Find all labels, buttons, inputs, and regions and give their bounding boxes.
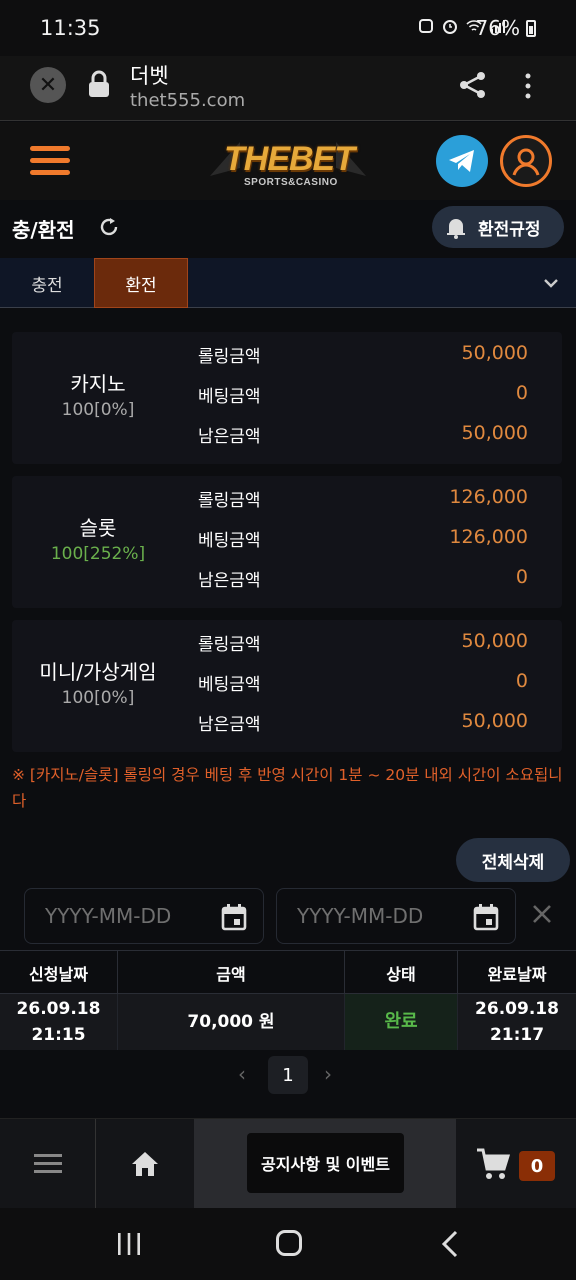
betting-amount-value: 0 <box>515 382 528 404</box>
telegram-icon <box>449 150 474 172</box>
home-icon <box>132 1152 158 1176</box>
rolling-amount-value: 126,000 <box>449 486 528 508</box>
chevron-down-icon[interactable] <box>542 274 560 292</box>
system-home-icon[interactable] <box>276 1230 302 1256</box>
withdraw-rules-label: 환전규정 <box>478 219 541 240</box>
bottom-nav: 공지사항 및 이벤트 0 <box>0 1118 576 1209</box>
complete-date: 26.09.18 <box>475 999 559 1019</box>
back-icon[interactable] <box>440 1230 460 1258</box>
header-request-date: 신청날짜 <box>0 951 118 995</box>
card-name: 슬롯 <box>79 516 117 540</box>
end-date-input[interactable] <box>297 901 457 931</box>
rolling-amount-value: 50,000 <box>461 342 528 364</box>
withdraw-rules-button[interactable]: 환전규정 <box>432 206 564 248</box>
rolling-amount-label: 롤링금액 <box>198 635 261 655</box>
notification-icon <box>419 19 433 33</box>
start-date-input[interactable] <box>45 901 205 931</box>
header-complete-date: 완료날짜 <box>487 965 547 984</box>
recent-apps-icon[interactable] <box>116 1232 142 1256</box>
remaining-amount-label: 남은금액 <box>198 715 261 735</box>
rolling-card-mini-game: 미니/가상게임 100[0%] 롤링금액 베팅금액 남은금액 50,000 0 … <box>12 620 562 752</box>
card-rate: 100[0%] <box>61 688 135 708</box>
menu-icon[interactable] <box>30 146 70 176</box>
site-logo[interactable]: THEBET SPORTS&CASINO <box>210 134 366 192</box>
card-rate: 100[252%] <box>50 544 146 564</box>
rolling-notice: ※ [카지노/슬롯] 롤링의 경우 베팅 후 반영 시간이 1분 ~ 20분 내… <box>12 766 563 810</box>
notice-event-button[interactable]: 공지사항 및 이벤트 <box>247 1133 404 1193</box>
tab-withdraw[interactable]: 환전 <box>94 258 188 308</box>
remaining-amount-value: 50,000 <box>461 710 528 732</box>
browser-bar: ✕ 더벳 thet555.com <box>0 56 576 121</box>
cart-icon[interactable] <box>476 1147 510 1181</box>
delete-all-button[interactable]: 전체삭제 <box>456 838 570 882</box>
betting-amount-label: 베팅금액 <box>198 387 261 407</box>
betting-amount-label: 베팅금액 <box>198 531 261 551</box>
battery-percent: 76% <box>475 16 520 40</box>
bell-icon <box>447 219 465 239</box>
remaining-amount-value: 50,000 <box>461 422 528 444</box>
tab-deposit[interactable]: 충전 <box>0 258 94 308</box>
table-row: 26.09.18 21:15 70,000 원 완료 26.09.18 21:1… <box>0 994 576 1050</box>
card-name: 미니/가상게임 <box>39 660 157 684</box>
header-amount: 금액 <box>118 951 345 995</box>
rolling-card-slot: 슬롯 100[252%] 롤링금액 베팅금액 남은금액 126,000 126,… <box>12 476 562 608</box>
remaining-amount-value: 0 <box>515 566 528 588</box>
battery-icon <box>526 20 536 37</box>
alarm-icon <box>443 20 457 34</box>
table-header: 신청날짜 금액 상태 완료날짜 <box>0 950 576 995</box>
calendar-icon[interactable] <box>473 903 499 931</box>
notice-area: 공지사항 및 이벤트 <box>194 1119 456 1209</box>
page-title: 충/환전 <box>12 218 75 242</box>
rolling-amount-label: 롤링금액 <box>198 347 261 367</box>
tab-bar: 충전 환전 <box>0 258 576 308</box>
pagination: ‹ 1 › <box>0 1056 576 1096</box>
logo-text: THEBET <box>224 140 355 178</box>
share-icon[interactable] <box>458 70 488 100</box>
next-page-button[interactable]: › <box>324 1062 332 1086</box>
cell-amount: 70,000 원 <box>118 994 345 1050</box>
user-account-button[interactable] <box>500 135 552 187</box>
rolling-amount-label: 롤링금액 <box>198 491 261 511</box>
clear-filter-icon[interactable] <box>530 902 554 926</box>
lock-icon[interactable] <box>88 70 110 98</box>
refresh-icon[interactable] <box>98 216 120 238</box>
rolling-amount-value: 50,000 <box>461 630 528 652</box>
card-name: 카지노 <box>70 372 126 396</box>
end-date-field[interactable] <box>276 888 516 944</box>
site-header: THEBET SPORTS&CASINO <box>0 122 576 200</box>
status-time: 11:35 <box>40 16 101 40</box>
header-status: 상태 <box>345 951 458 995</box>
calendar-icon[interactable] <box>221 903 247 931</box>
bottom-menu-button[interactable] <box>0 1119 96 1209</box>
user-icon <box>512 148 540 176</box>
close-tab-button[interactable]: ✕ <box>30 67 66 103</box>
cell-complete-date: 26.09.18 21:17 <box>458 994 576 1050</box>
cell-status: 완료 <box>345 994 458 1050</box>
browser-url[interactable]: thet555.com <box>130 90 245 111</box>
complete-time: 21:17 <box>489 1025 545 1045</box>
card-rate: 100[0%] <box>61 400 135 420</box>
cart-count-badge: 0 <box>519 1151 555 1181</box>
remaining-amount-label: 남은금액 <box>198 571 261 591</box>
telegram-button[interactable] <box>436 135 488 187</box>
menu-icon <box>33 1154 62 1173</box>
betting-amount-value: 0 <box>515 670 528 692</box>
remaining-amount-label: 남은금액 <box>198 427 261 447</box>
page-title-row: 충/환전 환전규정 <box>0 200 576 256</box>
status-bar: 11:35 76% <box>0 0 576 56</box>
system-nav-bar <box>0 1208 576 1280</box>
cell-request-date: 26.09.18 21:15 <box>0 994 118 1050</box>
more-options-icon[interactable] <box>518 70 538 102</box>
request-time: 21:15 <box>31 1025 86 1045</box>
home-button[interactable] <box>96 1119 194 1209</box>
betting-amount-label: 베팅금액 <box>198 675 261 695</box>
request-date: 26.09.18 <box>16 999 101 1019</box>
browser-page-title: 더벳 <box>130 64 169 88</box>
logo-subtext: SPORTS&CASINO <box>244 177 338 188</box>
page-number-button[interactable]: 1 <box>268 1056 308 1094</box>
rolling-card-casino: 카지노 100[0%] 롤링금액 베팅금액 남은금액 50,000 0 50,0… <box>12 332 562 464</box>
prev-page-button[interactable]: ‹ <box>238 1062 246 1086</box>
start-date-field[interactable] <box>24 888 264 944</box>
betting-amount-value: 126,000 <box>449 526 528 548</box>
